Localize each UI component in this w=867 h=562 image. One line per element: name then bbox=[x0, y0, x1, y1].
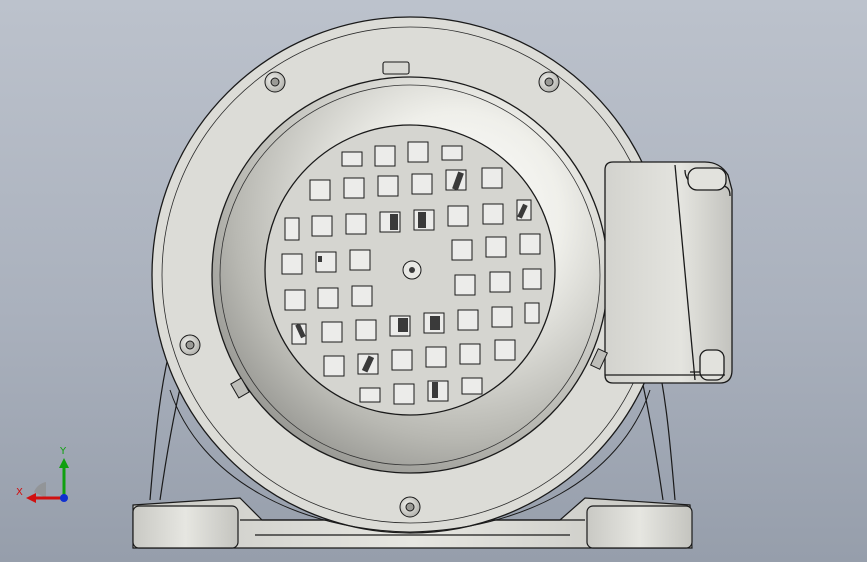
motor-model[interactable] bbox=[0, 0, 867, 562]
y-axis-label: Y bbox=[59, 446, 67, 457]
top-lug bbox=[382, 61, 410, 75]
terminal-box[interactable] bbox=[604, 161, 733, 384]
graphics-viewport[interactable]: Y X bbox=[0, 0, 867, 562]
bolt-bottom bbox=[399, 496, 421, 518]
x-axis-label: X bbox=[16, 487, 23, 498]
coordinate-triad: Y X bbox=[16, 446, 69, 503]
bolt-top-right bbox=[538, 71, 560, 93]
y-axis-arrow bbox=[59, 458, 69, 468]
x-axis-arrow bbox=[26, 493, 36, 503]
bolt-left bbox=[179, 334, 201, 356]
z-axis-dot bbox=[60, 494, 68, 502]
bolt-top-left bbox=[264, 71, 286, 93]
